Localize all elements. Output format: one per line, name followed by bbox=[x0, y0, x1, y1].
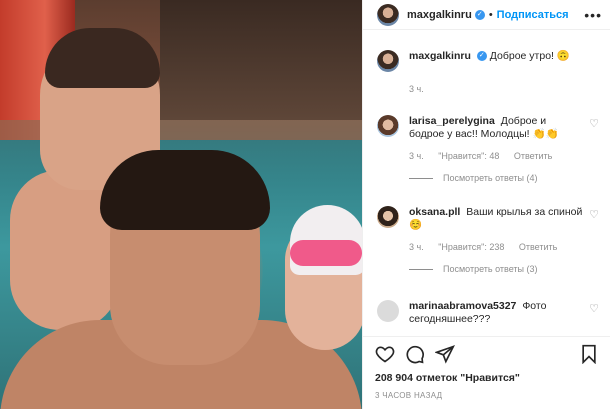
caption-avatar[interactable] bbox=[377, 50, 399, 72]
replies-divider bbox=[409, 268, 433, 270]
view-replies-button[interactable]: Посмотреть ответы (3) bbox=[409, 264, 599, 274]
follow-button[interactable]: Подписаться bbox=[497, 9, 569, 21]
comment-time: 3 ч. bbox=[409, 242, 424, 252]
comment-like-heart-icon[interactable]: ♡ bbox=[589, 302, 599, 315]
comment-text-block: marinaabramova5327 Фото сегодняшнее??? bbox=[409, 300, 583, 326]
likes-count[interactable]: 208 904 отметок "Нравится" bbox=[375, 372, 599, 384]
view-replies-label: Посмотреть ответы (3) bbox=[443, 264, 538, 274]
post-photo[interactable] bbox=[0, 0, 362, 409]
comment-text-block: oksana.pll Ваши крылья за спиной☺️ bbox=[409, 206, 583, 232]
comment-text-block: larisa_perelygina Доброе и бодрое у вас!… bbox=[409, 115, 583, 141]
background-room bbox=[160, 0, 362, 120]
replies-divider bbox=[409, 177, 433, 179]
comment-time: 3 ч. bbox=[409, 151, 424, 161]
posted-ago: 3 ЧАСОВ НАЗАД bbox=[375, 391, 443, 400]
comment-reply-button[interactable]: Ответить bbox=[514, 151, 552, 161]
post-sidebar: maxgalkinru ✓ • Подписаться ••• maxgalki… bbox=[362, 0, 610, 409]
comment-like-heart-icon[interactable]: ♡ bbox=[589, 117, 599, 130]
comment-item: oksana.pll Ваши крылья за спиной☺️ ♡ 3 ч… bbox=[377, 206, 599, 274]
comment-likes[interactable]: "Нравится": 48 bbox=[438, 151, 499, 161]
comment-username[interactable]: larisa_perelygina bbox=[409, 115, 495, 127]
comment-likes[interactable]: "Нравится": 238 bbox=[438, 242, 504, 252]
caption-text: Доброе утро! 🙃 bbox=[489, 50, 570, 62]
swim-goggles bbox=[290, 240, 362, 266]
verified-check-icon: ✓ bbox=[476, 51, 487, 62]
verified-check-icon: ✓ bbox=[474, 9, 485, 20]
share-icon[interactable] bbox=[435, 344, 455, 364]
comment-avatar[interactable] bbox=[377, 206, 399, 228]
man-hair bbox=[100, 150, 270, 230]
comment-meta: 3 ч. "Нравится": 238 Ответить bbox=[409, 242, 599, 252]
comment-avatar[interactable] bbox=[377, 300, 399, 322]
comment-item: marinaabramova5327 Фото сегодняшнее??? ♡ bbox=[377, 300, 599, 326]
bookmark-icon[interactable] bbox=[579, 344, 599, 364]
author-avatar[interactable] bbox=[377, 3, 399, 26]
caption-username[interactable]: maxgalkinru bbox=[409, 50, 471, 62]
post-actions: 208 904 отметок "Нравится" 3 ЧАСОВ НАЗАД bbox=[363, 336, 610, 409]
comment-meta: 3 ч. "Нравится": 48 Ответить bbox=[409, 151, 599, 161]
comment-icon[interactable] bbox=[405, 344, 425, 364]
more-options-icon[interactable]: ••• bbox=[584, 7, 602, 23]
caption-item: maxgalkinru ✓ Доброе утро! 🙃 3 ч. bbox=[377, 50, 599, 94]
view-replies-label: Посмотреть ответы (4) bbox=[443, 173, 538, 183]
heart-icon[interactable] bbox=[375, 344, 395, 364]
comment-item: larisa_perelygina Доброе и бодрое у вас!… bbox=[377, 115, 599, 183]
view-replies-button[interactable]: Посмотреть ответы (4) bbox=[409, 173, 599, 183]
separator-dot: • bbox=[488, 8, 493, 21]
comment-username[interactable]: marinaabramova5327 bbox=[409, 300, 516, 312]
comments-list[interactable]: maxgalkinru ✓ Доброе утро! 🙃 3 ч. larisa_… bbox=[363, 40, 610, 335]
author-username[interactable]: maxgalkinru bbox=[407, 9, 472, 21]
action-icons bbox=[375, 343, 599, 365]
caption-text-block: maxgalkinru ✓ Доброе утро! 🙃 bbox=[409, 50, 599, 63]
comment-username[interactable]: oksana.pll bbox=[409, 206, 460, 218]
left-child-hair bbox=[45, 28, 160, 88]
post-header: maxgalkinru ✓ • Подписаться ••• bbox=[363, 0, 610, 30]
comment-reply-button[interactable]: Ответить bbox=[519, 242, 557, 252]
caption-time: 3 ч. bbox=[409, 84, 424, 94]
caption-meta: 3 ч. bbox=[409, 84, 599, 94]
comment-like-heart-icon[interactable]: ♡ bbox=[589, 208, 599, 221]
comment-avatar[interactable] bbox=[377, 115, 399, 137]
